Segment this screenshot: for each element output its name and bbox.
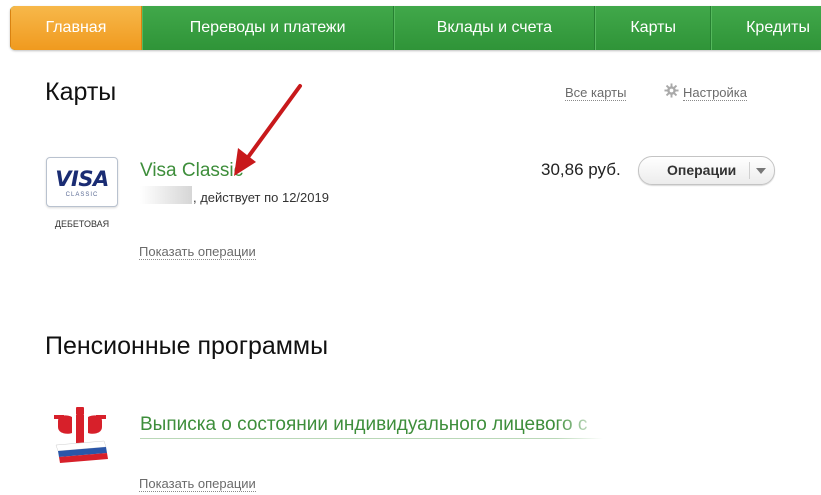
operations-button-label: Операции <box>667 162 737 178</box>
settings-link[interactable]: Настройка <box>683 85 747 101</box>
cards-section-title: Карты <box>45 78 117 106</box>
card-show-operations-link[interactable]: Показать операции <box>139 244 256 260</box>
tab-credits[interactable]: Кредиты <box>711 6 821 50</box>
tab-credits-label: Кредиты <box>746 19 810 36</box>
tab-main[interactable]: Главная <box>10 6 142 50</box>
main-nav: Главная Переводы и платежи Вклады и счет… <box>10 6 821 50</box>
visa-card-logo: VISA CLASSIC <box>46 157 118 207</box>
pension-fund-logo <box>54 407 108 463</box>
operations-dropdown-button[interactable]: Операции <box>638 156 775 185</box>
visa-logo-sub: CLASSIC <box>65 192 99 198</box>
card-type-label: ДЕБЕТОВАЯ <box>54 219 110 229</box>
chevron-down-icon <box>756 168 766 174</box>
tab-deposits-accounts[interactable]: Вклады и счета <box>393 6 596 50</box>
text-fade-overlay <box>556 412 608 440</box>
visa-logo-word: VISA <box>55 167 109 191</box>
pension-show-operations-link[interactable]: Показать операции <box>139 476 256 492</box>
all-cards-link[interactable]: Все карты <box>565 85 627 101</box>
tab-transfers-payments[interactable]: Переводы и платежи <box>141 6 394 50</box>
tab-cards[interactable]: Карты <box>595 6 712 50</box>
operations-button-separator <box>749 162 750 179</box>
tab-main-label: Главная <box>45 19 107 36</box>
annotation-arrow-icon <box>234 84 302 176</box>
card-validity-text: , действует по 12/2019 <box>193 190 329 205</box>
card-balance: 30,86 руб. <box>541 160 621 179</box>
pension-statement-link[interactable]: Выписка о состоянии индивидуального лице… <box>140 414 606 439</box>
masked-card-number <box>140 186 192 204</box>
gear-icon[interactable] <box>664 83 679 98</box>
tab-cards-label: Карты <box>630 19 676 36</box>
pension-section-title: Пенсионные программы <box>45 332 329 360</box>
tab-deposits-label: Вклады и счета <box>436 19 553 36</box>
tab-transfers-label: Переводы и платежи <box>189 19 346 36</box>
